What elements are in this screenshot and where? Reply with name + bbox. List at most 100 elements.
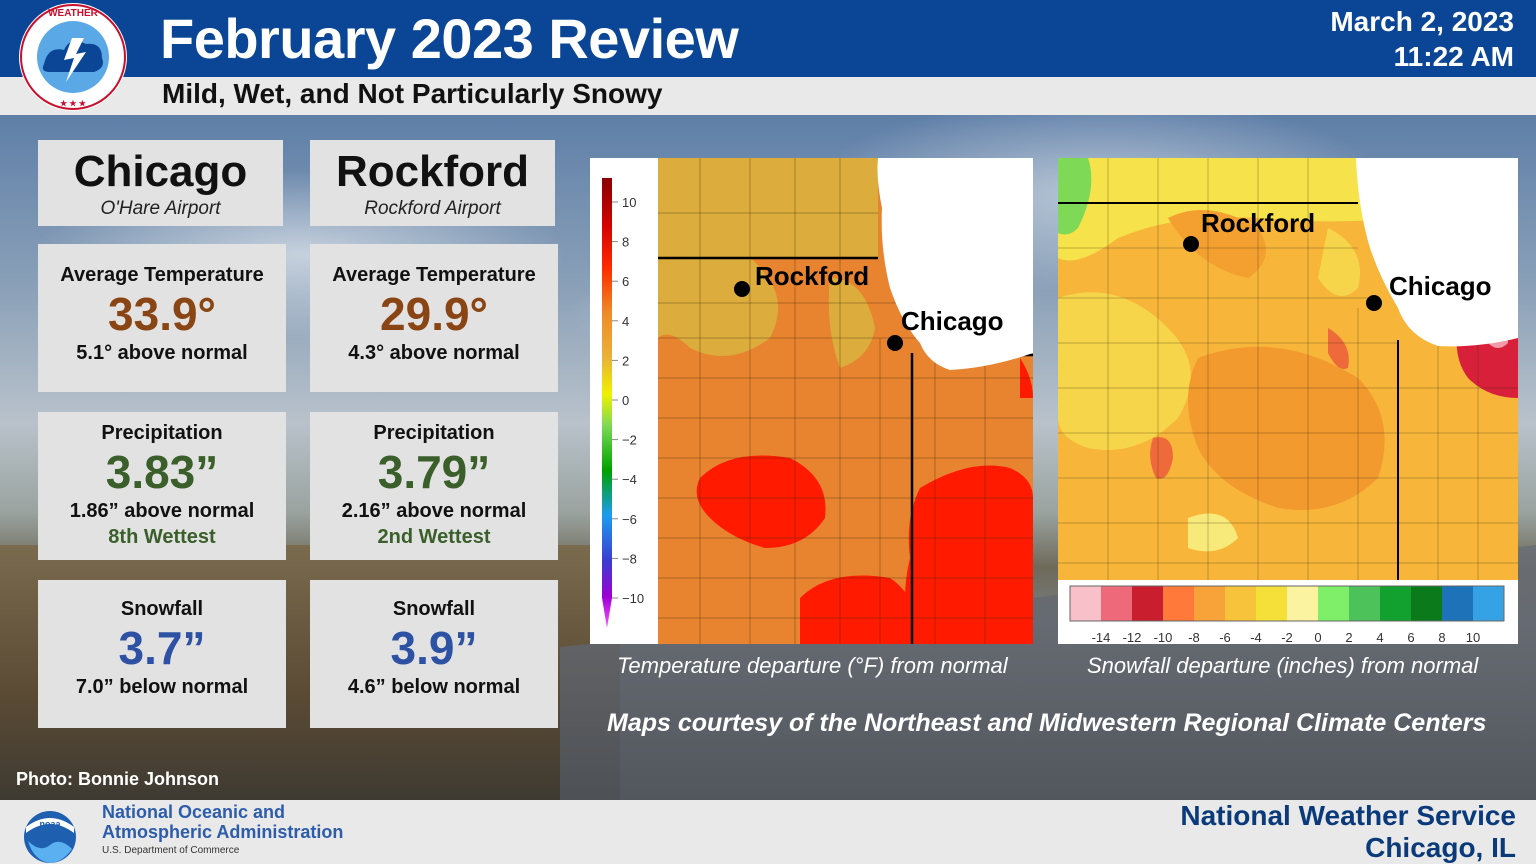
snowfall-legend-label: 4 — [1376, 630, 1383, 644]
precipitation-note: 2.16” above normal — [341, 500, 527, 522]
snowfall-legend-swatch — [1380, 586, 1411, 621]
temperature-note: 5.1° above normal — [76, 342, 248, 364]
temperature-card-rockford: Average Temperature 29.9° 4.3° above nor… — [310, 244, 558, 392]
precipitation-card-rockford: Precipitation 3.79” 2.16” above normal 2… — [310, 412, 558, 560]
snowfall-legend-swatch — [1442, 586, 1473, 621]
snowfall-departure-map: Rockford Chicago -14 -12 -10 -8 -6 -4 -2 0 2 4 6 8 1… — [1058, 158, 1518, 644]
nws-name: National Weather Service — [1180, 800, 1516, 831]
snowfall-legend-swatch — [1349, 586, 1380, 621]
temperature-note: 4.3° above normal — [348, 342, 520, 364]
temperature-card-chicago: Average Temperature 33.9° 5.1° above nor… — [38, 244, 286, 392]
snowfall-legend-swatch — [1287, 586, 1318, 621]
snowfall-legend-label: 10 — [1466, 630, 1480, 644]
rockford-marker-icon — [1183, 236, 1199, 252]
snowfall-note: 4.6” below normal — [347, 676, 521, 698]
snowfall-legend-label: 8 — [1438, 630, 1445, 644]
snowfall-value: 3.9” — [390, 622, 478, 674]
page-subtitle: Mild, Wet, and Not Particularly Snowy — [162, 78, 663, 109]
snowfall-legend-label: 0 — [1314, 630, 1321, 644]
rockford-marker-icon — [734, 281, 750, 297]
map-label-chicago: Chicago — [1389, 271, 1492, 301]
temperature-legend-label: 4 — [622, 314, 629, 329]
temperature-legend-label: −4 — [622, 472, 637, 487]
map-label-rockford: Rockford — [755, 261, 869, 291]
page-title: February 2023 Review — [160, 7, 739, 70]
snowfall-legend-swatch — [1411, 586, 1442, 621]
svg-text:★ ★ ★: ★ ★ ★ — [60, 99, 87, 108]
chicago-marker-icon — [1366, 295, 1382, 311]
noaa-line2: Atmospheric Administration — [102, 822, 344, 842]
precipitation-label: Precipitation — [101, 422, 223, 444]
precipitation-card-chicago: Precipitation 3.83” 1.86” above normal 8… — [38, 412, 286, 560]
temperature-legend-label: −6 — [622, 512, 637, 527]
nws-location: Chicago, IL — [1365, 832, 1516, 863]
snowfall-legend-swatch — [1318, 586, 1349, 621]
issue-time-text: 11:22 AM — [1393, 41, 1514, 72]
city-site: Rockford Airport — [364, 198, 501, 219]
temperature-label: Average Temperature — [60, 264, 264, 286]
snowfall-legend-label: -6 — [1219, 630, 1231, 644]
temperature-value: 33.9° — [108, 288, 216, 340]
city-name: Rockford — [335, 147, 530, 196]
city-name: Chicago — [73, 147, 248, 196]
noaa-logo-icon: noaa — [24, 811, 76, 863]
city-site: O'Hare Airport — [100, 198, 221, 219]
temperature-legend-label: 6 — [622, 274, 629, 289]
temperature-legend-label: 8 — [622, 235, 629, 250]
photo-credit: Photo: Bonnie Johnson — [16, 769, 219, 789]
temperature-legend-label: −10 — [622, 591, 644, 606]
precipitation-rank: 2nd Wettest — [377, 526, 491, 548]
snowfall-legend-swatch — [1194, 586, 1225, 621]
snowfall-legend-label: -10 — [1154, 630, 1173, 644]
issue-date: March 2, 2023 11:22 AM — [1330, 4, 1514, 74]
snowfall-legend-swatch — [1473, 586, 1504, 621]
city-card-chicago: Chicago O'Hare Airport — [38, 140, 283, 226]
snowfall-label: Snowfall — [392, 598, 476, 620]
snowfall-legend-swatch — [1256, 586, 1287, 621]
snowfall-legend-label: 6 — [1407, 630, 1414, 644]
temperature-label: Average Temperature — [332, 264, 536, 286]
snowfall-legend-label: -14 — [1092, 630, 1111, 644]
nws-logo-icon: WEATHER ★ ★ ★ — [19, 3, 127, 111]
issue-date-text: March 2, 2023 — [1330, 6, 1514, 37]
temperature-legend-label: −2 — [622, 433, 637, 448]
snowfall-legend-swatch — [1225, 586, 1256, 621]
noaa-name: National Oceanic and Atmospheric Adminis… — [102, 802, 343, 842]
snowfall-legend-label: -2 — [1281, 630, 1293, 644]
snowfall-note: 7.0” below normal — [75, 676, 249, 698]
noaa-department: U.S. Department of Commerce — [102, 845, 240, 856]
temperature-departure-map: 10 8 6 4 2 0 −2 −4 −6 −8 −10 Rockford Chicago — [590, 158, 1033, 644]
temperature-value: 29.9° — [380, 288, 488, 340]
temperature-legend-label: 2 — [622, 353, 629, 368]
snowfall-legend-swatch — [1132, 586, 1163, 621]
nws-office: National Weather Service Chicago, IL — [1180, 800, 1516, 864]
svg-text:noaa: noaa — [39, 819, 61, 829]
snowfall-legend-swatch — [1163, 586, 1194, 621]
snowfall-legend-label: -12 — [1123, 630, 1142, 644]
snowfall-legend-label: 2 — [1345, 630, 1352, 644]
precipitation-rank: 8th Wettest — [108, 526, 216, 548]
chicago-marker-icon — [887, 335, 903, 351]
precipitation-value: 3.83” — [105, 446, 219, 498]
precipitation-label: Precipitation — [373, 422, 495, 444]
temperature-map-caption: Temperature departure (°F) from normal — [617, 653, 1008, 678]
svg-text:WEATHER: WEATHER — [48, 8, 99, 19]
snowfall-map-caption: Snowfall departure (inches) from normal — [1087, 653, 1479, 678]
precipitation-value: 3.79” — [377, 446, 491, 498]
temperature-legend-label: 0 — [622, 393, 629, 408]
precipitation-note: 1.86” above normal — [69, 500, 255, 522]
temperature-legend-label: −8 — [622, 551, 637, 566]
snowfall-legend-label: -8 — [1188, 630, 1200, 644]
temperature-legend-label: 10 — [622, 195, 636, 210]
snowfall-value: 3.7” — [118, 622, 206, 674]
map-label-chicago: Chicago — [901, 306, 1004, 336]
map-credits: Maps courtesy of the Northeast and Midwe… — [607, 709, 1487, 737]
city-card-rockford: Rockford Rockford Airport — [310, 140, 555, 226]
snowfall-card-rockford: Snowfall 3.9” 4.6” below normal — [310, 580, 558, 728]
snowfall-legend-label: -4 — [1250, 630, 1262, 644]
snowfall-legend-swatch — [1101, 586, 1132, 621]
map-label-rockford: Rockford — [1201, 208, 1315, 238]
temperature-legend-bar — [602, 178, 612, 628]
noaa-line1: National Oceanic and — [102, 802, 286, 822]
snowfall-label: Snowfall — [120, 598, 204, 620]
